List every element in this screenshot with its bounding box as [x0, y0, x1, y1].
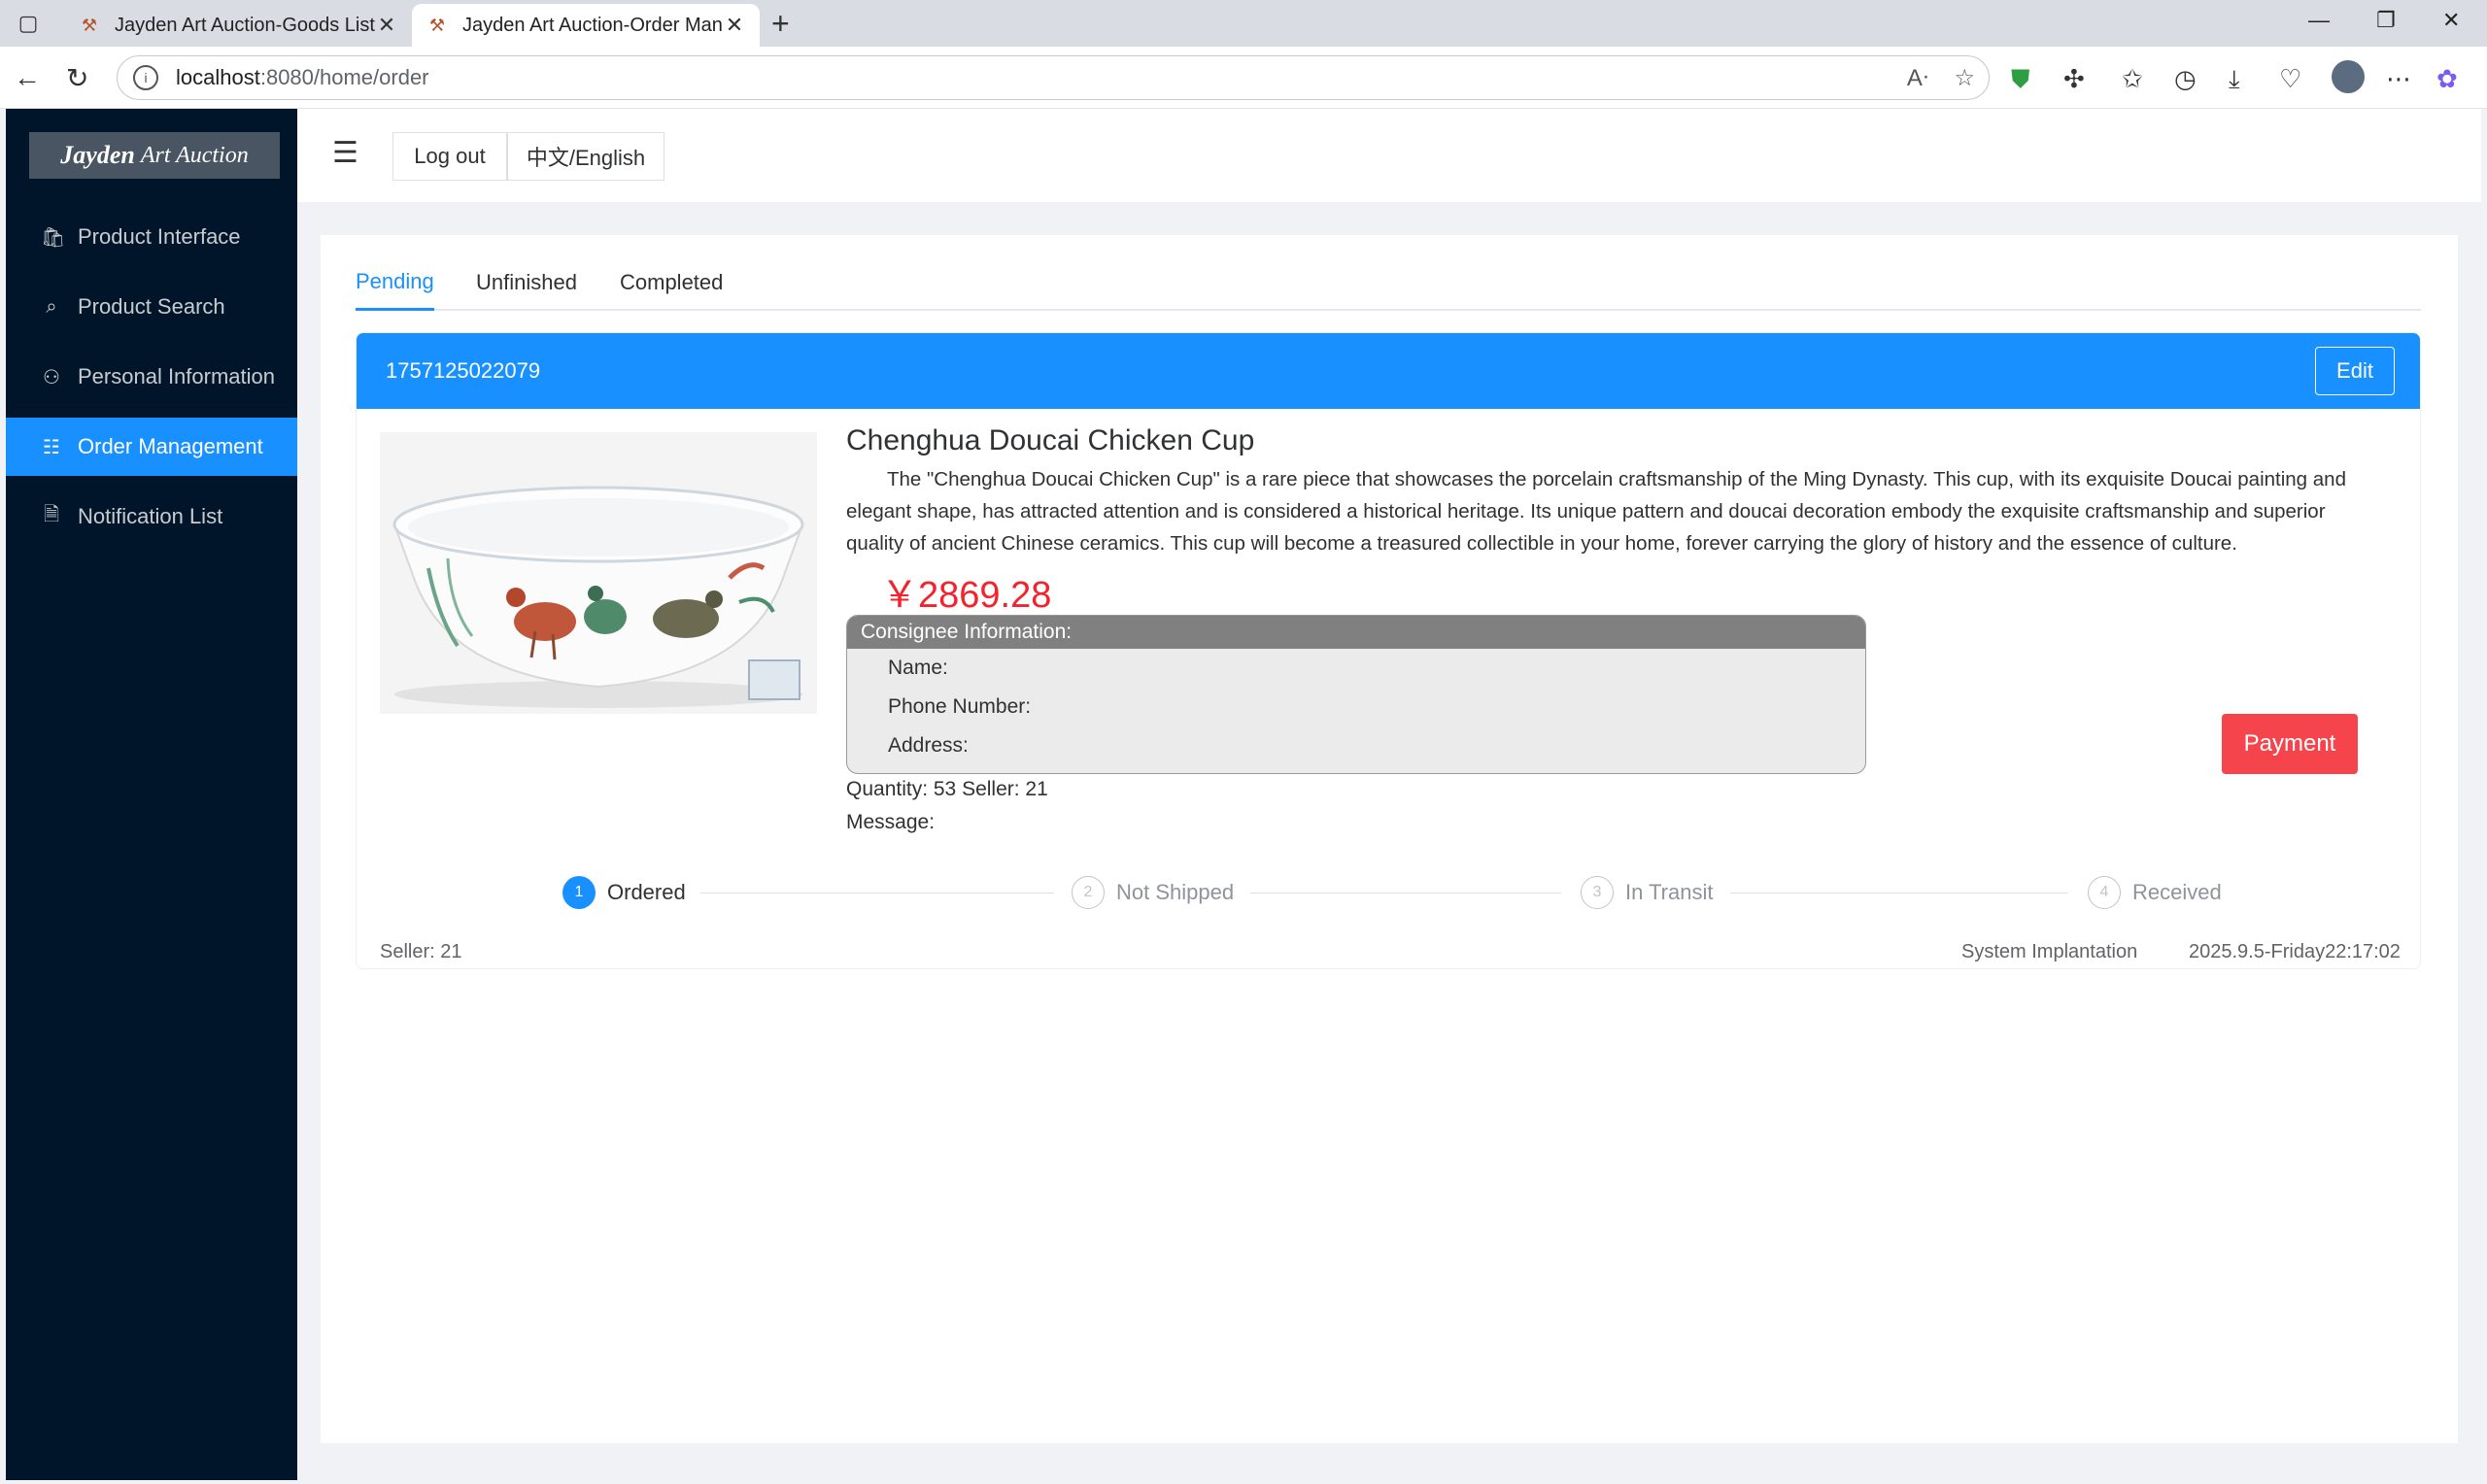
- sidebar-item-label: Product Interface: [78, 224, 241, 249]
- sidebar-item-product-interface[interactable]: 🛍︎ Product Interface: [6, 208, 297, 266]
- language-toggle-button[interactable]: 中文/English: [507, 132, 664, 181]
- reload-icon[interactable]: ↻: [66, 62, 88, 94]
- favorites-icon[interactable]: ✩: [2122, 64, 2143, 94]
- sidebar-item-product-search[interactable]: ⌕ Product Search: [6, 278, 297, 336]
- restore-icon[interactable]: ❐: [2376, 8, 2396, 33]
- consignee-phone: Phone Number:: [888, 695, 1032, 718]
- site-info-icon[interactable]: i: [133, 65, 158, 90]
- address-toolbar: ← ↻ i localhost:8080/home/order Aᐧ ☆ ⛊ ✣…: [0, 47, 2487, 109]
- sidebar-item-personal-information[interactable]: ⚇ Personal Information: [6, 348, 297, 406]
- gavel-icon: ⚒: [428, 15, 446, 35]
- performance-icon[interactable]: ♡: [2279, 64, 2301, 94]
- logo-bold: Jayden: [60, 141, 135, 169]
- step-label: Not Shipped: [1116, 880, 1235, 904]
- product-title: Chenghua Doucai Chicken Cup: [846, 424, 1255, 456]
- step-ordered: 1 Ordered: [562, 873, 686, 912]
- read-aloud-icon[interactable]: Aᐧ: [1907, 64, 1928, 92]
- minimize-icon[interactable]: —: [2308, 8, 2330, 33]
- step-label: Ordered: [607, 880, 686, 904]
- step-number: 4: [2088, 876, 2121, 909]
- browser-tab-order-manage[interactable]: ⚒ Jayden Art Auction-Order Manage ✕: [412, 4, 760, 47]
- browser-tab-goods-list[interactable]: ⚒ Jayden Art Auction-Goods List ✕: [64, 4, 412, 47]
- search-doc-icon: ⌕: [46, 295, 57, 318]
- chicken-cup-illustration: [380, 432, 817, 714]
- step-connector: [700, 893, 1054, 894]
- history-icon[interactable]: ◷: [2174, 64, 2197, 94]
- consignee-name: Name:: [888, 657, 948, 679]
- sidebar-item-order-management[interactable]: ☷ Order Management: [6, 418, 297, 476]
- tab-completed[interactable]: Completed: [620, 254, 723, 311]
- copilot-icon[interactable]: ✿: [2436, 64, 2458, 94]
- tab-actions-icon[interactable]: ▢: [14, 10, 43, 37]
- collapse-menu-icon[interactable]: ☰: [332, 136, 358, 170]
- app-header: ☰ Log out 中文/English: [297, 109, 2481, 202]
- consignee-address: Address:: [888, 734, 969, 757]
- user-icon: ⚇: [43, 366, 60, 388]
- step-number: 2: [1072, 876, 1105, 909]
- extensions-icon[interactable]: ✣: [2063, 64, 2085, 94]
- tab-pending[interactable]: Pending: [356, 254, 434, 311]
- logout-button[interactable]: Log out: [392, 132, 507, 181]
- step-label: Received: [2132, 880, 2222, 904]
- footer-seller: Seller: 21: [380, 941, 462, 962]
- sidebar: Jayden Art Auction 🛍︎ Product Interface ⌕…: [6, 109, 297, 1480]
- favorite-star-icon[interactable]: ☆: [1954, 64, 1975, 92]
- consignee-header: Consignee Information:: [847, 616, 1865, 649]
- order-id: 1757125022079: [386, 358, 541, 383]
- sidebar-item-label: Order Management: [78, 434, 263, 458]
- tab-unfinished[interactable]: Unfinished: [476, 254, 577, 311]
- order-card: 1757125022079 Edit Chenghua Doucai Chick…: [356, 332, 2421, 969]
- step-connector: [1730, 893, 2068, 894]
- step-label: In Transit: [1625, 880, 1714, 904]
- shield-icon[interactable]: ⛊: [2011, 64, 2030, 95]
- order-content-panel: Pending Unfinished Completed 17571250220…: [321, 235, 2458, 1443]
- step-number: 1: [562, 876, 596, 909]
- close-icon[interactable]: ✕: [375, 13, 398, 38]
- browser-tab-title: Jayden Art Auction-Goods List: [115, 14, 375, 36]
- product-price: ￥2869.28: [881, 575, 1052, 616]
- logo-rest: Art Auction: [140, 142, 249, 168]
- order-tabs: Pending Unfinished Completed: [356, 254, 2421, 311]
- step-received: 4 Received: [2088, 873, 2222, 912]
- profile-avatar[interactable]: [2332, 60, 2365, 93]
- bag-icon: 🛍︎: [41, 226, 66, 249]
- consignee-info-box: Consignee Information: Name: Phone Numbe…: [846, 615, 1866, 774]
- quantity-seller: Quantity: 53 Seller: 21: [846, 778, 1048, 800]
- order-icon: ☷: [43, 436, 60, 458]
- edit-button[interactable]: Edit: [2315, 347, 2395, 395]
- payment-button[interactable]: Payment: [2222, 714, 2358, 774]
- browser-tab-title: Jayden Art Auction-Order Manage: [462, 14, 723, 36]
- step-in-transit: 3 In Transit: [1581, 873, 1713, 912]
- footer-source: System Implantation: [1961, 941, 2138, 962]
- downloads-icon[interactable]: ⤓: [2229, 64, 2240, 95]
- order-card-header: 1757125022079 Edit: [357, 333, 2420, 409]
- sidebar-item-label: Personal Information: [78, 364, 275, 388]
- url-field[interactable]: i localhost:8080/home/order Aᐧ ☆: [117, 55, 1990, 100]
- new-tab-icon[interactable]: +: [771, 6, 790, 42]
- back-icon[interactable]: ←: [14, 62, 41, 93]
- sidebar-item-label: Product Search: [78, 294, 225, 319]
- more-icon[interactable]: ⋯: [2386, 64, 2411, 94]
- app-logo[interactable]: Jayden Art Auction: [29, 132, 280, 179]
- step-number: 3: [1581, 876, 1614, 909]
- sidebar-item-notification-list[interactable]: 🗎 Notification List: [6, 488, 297, 546]
- gavel-icon: ⚒: [81, 15, 98, 35]
- step-not-shipped: 2 Not Shipped: [1072, 873, 1234, 912]
- url-path: :8080/home/order: [259, 65, 429, 89]
- footer-timestamp: 2025.9.5-Friday22:17:02: [2189, 941, 2401, 962]
- browser-tab-bar: ▢ ⚒ Jayden Art Auction-Goods List ✕ ⚒ Ja…: [0, 0, 2487, 47]
- sidebar-item-label: Notification List: [78, 504, 223, 528]
- url-host: localhost: [176, 65, 260, 89]
- close-icon[interactable]: ✕: [723, 13, 746, 38]
- document-icon: 🗎: [43, 504, 60, 525]
- product-image: [380, 432, 817, 714]
- window-close-icon[interactable]: ✕: [2442, 8, 2460, 33]
- order-message: Message:: [846, 811, 936, 833]
- step-connector: [1250, 893, 1561, 894]
- product-description: The "Chenghua Doucai Chicken Cup" is a r…: [846, 468, 2346, 555]
